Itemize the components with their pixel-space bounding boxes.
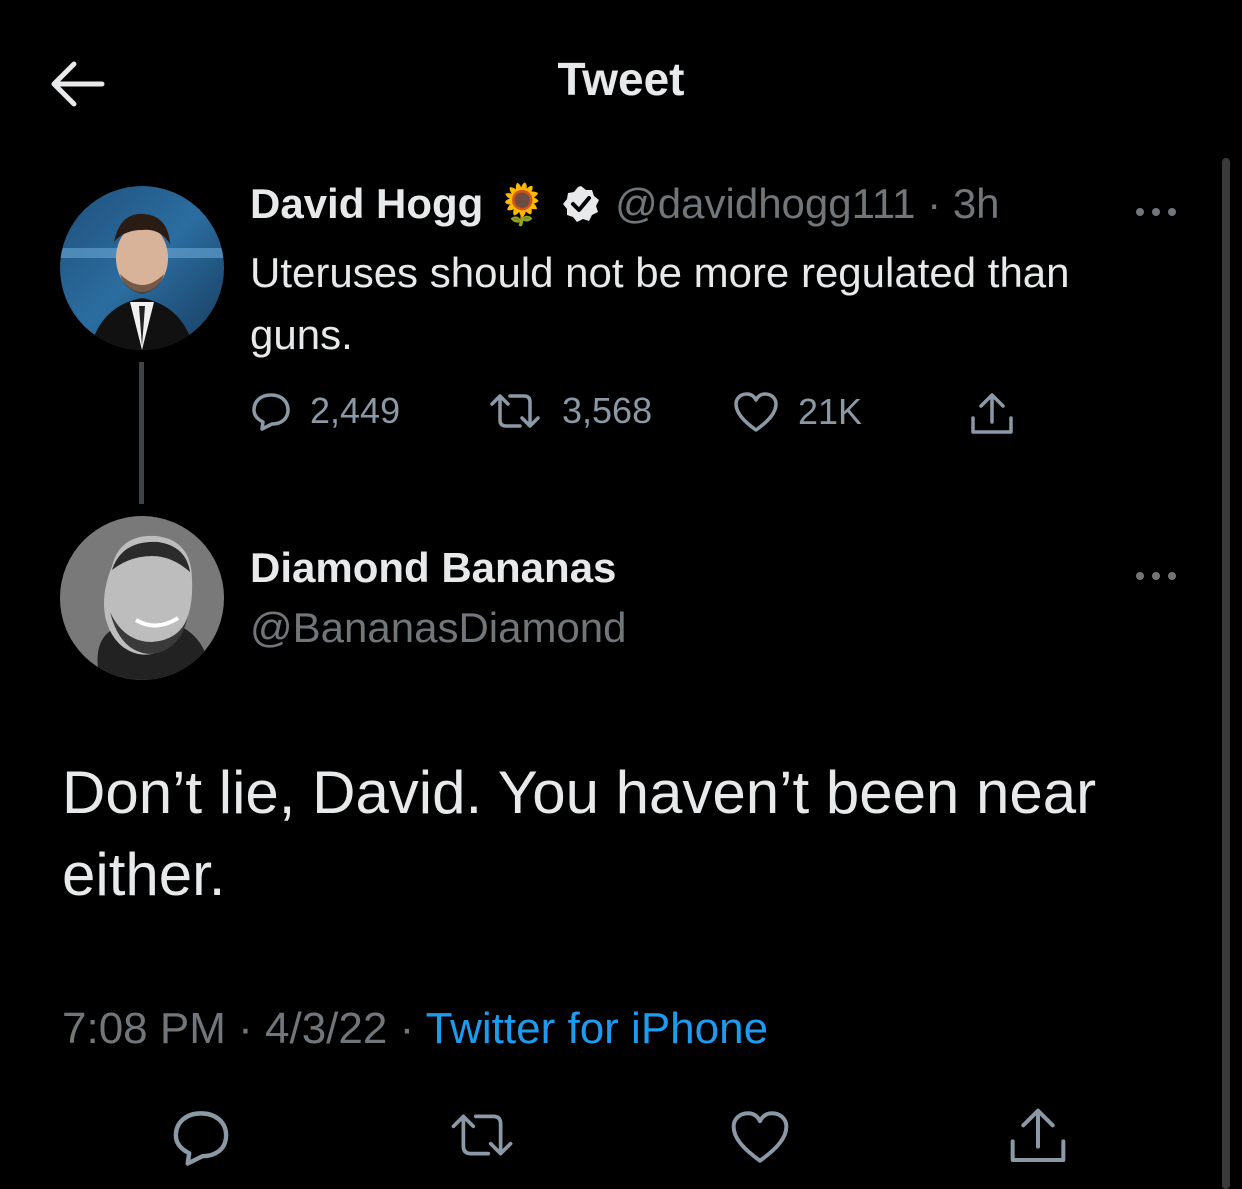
reply-icon: [252, 393, 290, 431]
reply-tweet-text: Don’t lie, David. You haven’t been near …: [62, 759, 1097, 908]
reply-more-options-button[interactable]: [1132, 560, 1180, 584]
bottom-like-button[interactable]: [728, 1108, 792, 1171]
retweet-icon: [490, 394, 540, 428]
tweet-age[interactable]: 3h: [953, 180, 1000, 227]
separator-dot: ·: [238, 1004, 265, 1053]
sunflower-emoji: 🌻: [497, 182, 548, 227]
share-icon: [971, 393, 1013, 434]
author-name[interactable]: David Hogg: [250, 180, 483, 228]
avatar-reply-author[interactable]: [60, 516, 224, 680]
bottom-share-button[interactable]: [1006, 1104, 1070, 1173]
original-tweet-text: Uteruses should not be more regulated th…: [250, 249, 1070, 358]
bottom-reply-button[interactable]: [170, 1106, 232, 1173]
reply-icon: [173, 1111, 229, 1166]
heart-icon: [734, 392, 778, 432]
reply-author-name[interactable]: Diamond Bananas: [250, 544, 616, 592]
tweet-metadata: 7:08 PM · 4/3/22 · Twitter for iPhone: [62, 1004, 768, 1054]
retweet-icon: [451, 1114, 513, 1156]
tweet-source-link[interactable]: Twitter for iPhone: [426, 1004, 768, 1053]
avatar-original-author[interactable]: [60, 186, 224, 350]
bottom-retweet-button[interactable]: [446, 1108, 518, 1167]
tweet-date: 4/3/22: [265, 1004, 388, 1053]
heart-icon: [731, 1111, 789, 1163]
reply-author-handle[interactable]: @BananasDiamond: [250, 604, 627, 652]
scrollbar[interactable]: [1222, 158, 1230, 1189]
more-horizontal-icon: [1136, 208, 1176, 216]
like-count: 21K: [798, 391, 863, 432]
verified-badge-icon: [563, 186, 600, 222]
tweet-time: 7:08 PM: [62, 1004, 226, 1053]
more-options-button[interactable]: [1132, 196, 1180, 220]
share-action[interactable]: [968, 390, 1016, 438]
reply-count: 2,449: [310, 390, 401, 431]
retweet-action[interactable]: 3,568: [486, 390, 652, 432]
reply-action[interactable]: 2,449: [250, 390, 400, 432]
more-horizontal-icon: [1136, 572, 1176, 580]
retweet-count: 3,568: [562, 390, 653, 431]
thread-connector-line: [139, 362, 144, 504]
original-tweet-header: David Hogg 🌻 @davidhogg111 · 3h: [250, 180, 1000, 228]
page-title: Tweet: [557, 53, 685, 105]
like-action[interactable]: 21K: [732, 390, 862, 434]
separator-dot: ·: [915, 180, 953, 227]
share-icon: [1010, 1108, 1066, 1162]
separator-dot: ·: [399, 1004, 426, 1053]
author-handle[interactable]: @davidhogg111: [615, 180, 915, 227]
